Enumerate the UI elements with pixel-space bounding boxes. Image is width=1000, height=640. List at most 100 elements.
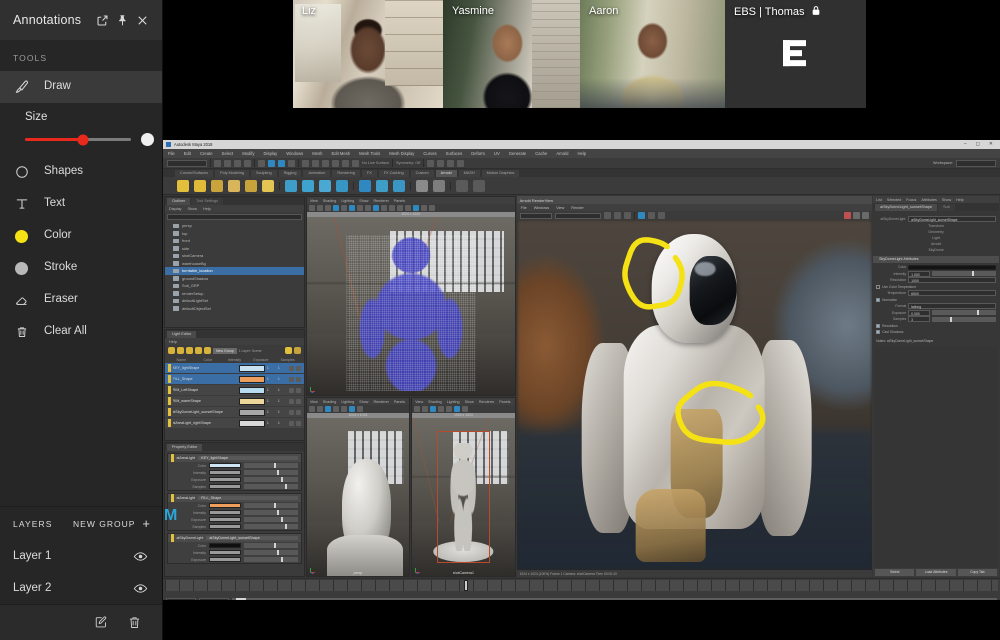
attribute-editor-tabs[interactable]: aiSkyDomeLight_sunsetShape Suit bbox=[873, 203, 999, 211]
light-toolbar-icon[interactable] bbox=[293, 347, 301, 354]
tab-node[interactable]: aiSkyDomeLight_sunsetShape bbox=[875, 204, 938, 211]
attribute-slider[interactable] bbox=[932, 310, 996, 316]
menu-lighting[interactable]: Lighting bbox=[341, 199, 354, 203]
toolbar-icon[interactable] bbox=[447, 159, 455, 167]
shelf-icon[interactable] bbox=[456, 179, 468, 192]
shelf-icon[interactable] bbox=[302, 179, 314, 192]
shelf-icon[interactable] bbox=[433, 179, 445, 192]
property-slider[interactable] bbox=[244, 462, 298, 469]
light-exposure[interactable]: 1 bbox=[278, 410, 287, 414]
outliner-item[interactable]: turntable_location bbox=[165, 267, 304, 275]
menu-renderer[interactable]: Renderer bbox=[373, 400, 388, 404]
light-visibility-icon[interactable] bbox=[288, 387, 294, 393]
copy-tab-button[interactable]: Copy Tab bbox=[957, 569, 997, 576]
property-value-bar[interactable] bbox=[209, 516, 241, 523]
range-slider[interactable] bbox=[232, 597, 997, 600]
property-row[interactable]: Samples bbox=[168, 483, 301, 490]
eye-icon[interactable] bbox=[133, 549, 148, 564]
outliner-item[interactable]: front bbox=[165, 237, 304, 245]
shelf-icon[interactable] bbox=[194, 179, 206, 192]
property-value-bar[interactable] bbox=[209, 523, 241, 530]
property-node-title[interactable]: aiAreaLight KEY_lightShape bbox=[168, 454, 301, 462]
toolbar-icon[interactable] bbox=[244, 159, 251, 167]
attribute-value[interactable]: 3 bbox=[908, 316, 931, 323]
toolbar-icon[interactable] bbox=[214, 159, 221, 167]
viewport-menubar[interactable]: View Shading Lighting Show Renderer Panels bbox=[306, 197, 515, 204]
property-value-bar[interactable] bbox=[209, 476, 241, 483]
outliner-item[interactable]: side bbox=[165, 245, 304, 253]
light-select-icon[interactable] bbox=[295, 365, 301, 371]
viewport-persp[interactable]: View Shading Lighting Show Renderer Panels 10… bbox=[305, 397, 411, 577]
participant-tile-ebs-thomas[interactable]: EBS | Thomas bbox=[725, 0, 866, 108]
attribute-editor-panel[interactable]: List Selected Focus Attributes Show Help aiSk… bbox=[872, 195, 1000, 578]
menu-show[interactable]: Show bbox=[942, 198, 951, 202]
property-editor-body[interactable]: aiAreaLight KEY_lightShape Color Intensi… bbox=[165, 453, 304, 564]
attribute-rows[interactable]: Color Intensity 1.000 Resolution 1000 Use C… bbox=[873, 264, 999, 336]
plus-icon[interactable]: + bbox=[142, 517, 150, 530]
shelf-tab[interactable]: Rendering bbox=[332, 170, 360, 177]
viewport-toolbar[interactable] bbox=[412, 405, 515, 413]
tool-draw[interactable]: Draw bbox=[0, 71, 162, 103]
shelf-icon[interactable] bbox=[228, 179, 240, 192]
property-node-title[interactable]: aiAreaLight FILL_Shape bbox=[168, 494, 301, 502]
menu-view[interactable]: View bbox=[415, 400, 423, 404]
light-editor-menubar[interactable]: Help bbox=[165, 338, 304, 345]
light-color-swatch[interactable] bbox=[238, 408, 265, 416]
maya-menubar[interactable]: File Edit Create Select Modify Display Windows… bbox=[163, 149, 1000, 158]
range-start-field[interactable] bbox=[166, 597, 196, 600]
light-select-icon[interactable] bbox=[295, 387, 301, 393]
menu-lighting[interactable]: Lighting bbox=[341, 400, 354, 404]
attribute-value[interactable]: 0.000 bbox=[908, 309, 931, 316]
toolbar-icon[interactable] bbox=[234, 159, 241, 167]
range-knob[interactable] bbox=[236, 597, 246, 600]
shelf-icon[interactable] bbox=[245, 179, 257, 192]
menu-curves[interactable]: Curves bbox=[423, 151, 436, 156]
light-row[interactable]: FILL_Shape 1 1 bbox=[165, 374, 304, 384]
render-canvas[interactable] bbox=[516, 220, 873, 570]
channel-b-button[interactable] bbox=[862, 212, 870, 219]
shelf-tab[interactable]: Animation bbox=[303, 170, 331, 177]
property-slider[interactable] bbox=[244, 509, 298, 516]
light-visibility-icon[interactable] bbox=[288, 398, 294, 404]
menu-modify[interactable]: Modify bbox=[242, 151, 254, 156]
menu-view[interactable]: View bbox=[310, 199, 318, 203]
shelf-tab[interactable]: MASH bbox=[458, 170, 480, 177]
shelf-tab[interactable]: Custom bbox=[410, 170, 434, 177]
property-value-bar[interactable] bbox=[209, 549, 241, 556]
tool-text[interactable]: Text bbox=[0, 188, 162, 220]
menu-shading[interactable]: Shading bbox=[323, 400, 337, 404]
maya-timeline[interactable] bbox=[163, 578, 1000, 596]
tab-tool-settings[interactable]: Tool Settings bbox=[191, 198, 224, 205]
attribute-slider[interactable] bbox=[932, 271, 996, 277]
property-row[interactable]: Samples bbox=[168, 523, 301, 530]
minimize-button[interactable]: – bbox=[964, 142, 967, 147]
outliner-panel[interactable]: Outliner Tool Settings Display Show Help p… bbox=[164, 196, 305, 328]
channel-r-button[interactable] bbox=[844, 212, 852, 219]
maya-window[interactable]: Autodesk Maya 2018 – ◻ ✕ File Edit Create S… bbox=[163, 140, 1000, 600]
menu-file[interactable]: File bbox=[168, 151, 175, 156]
property-row[interactable]: Exposure bbox=[168, 476, 301, 483]
zoom-button[interactable] bbox=[647, 212, 655, 219]
property-slider[interactable] bbox=[244, 476, 298, 483]
outliner-tabs[interactable]: Outliner Tool Settings bbox=[165, 197, 304, 205]
delete-icon[interactable] bbox=[127, 615, 142, 630]
light-intensity[interactable]: 1 bbox=[267, 421, 276, 425]
toolbar-icon[interactable] bbox=[278, 159, 285, 167]
toolbar-icon[interactable] bbox=[288, 159, 295, 167]
light-exposure[interactable]: 1 bbox=[278, 388, 287, 392]
menu-help[interactable]: Help bbox=[956, 198, 964, 202]
menu-show[interactable]: Show bbox=[359, 199, 368, 203]
viewport-shotcamera[interactable]: View Shading Lighting Show Renderer Panels 10… bbox=[411, 397, 516, 577]
menu-panels[interactable]: Panels bbox=[394, 199, 405, 203]
tab-outliner[interactable]: Outliner bbox=[167, 198, 191, 205]
property-row[interactable]: Intensity bbox=[168, 549, 301, 556]
light-exposure[interactable]: 1 bbox=[278, 377, 287, 381]
toolbar-icon[interactable] bbox=[332, 159, 339, 167]
menu-focus[interactable]: Focus bbox=[906, 198, 916, 202]
shelf-tab[interactable]: Poly Modeling bbox=[215, 170, 249, 177]
shelf-icon[interactable] bbox=[393, 179, 405, 192]
menu-help[interactable]: Help bbox=[577, 151, 586, 156]
property-slider[interactable] bbox=[244, 516, 298, 523]
node-name-field[interactable]: aiSkyDomeLight_sunsetShape bbox=[908, 216, 996, 222]
load-attributes-button[interactable]: Load Attributes bbox=[916, 569, 956, 576]
